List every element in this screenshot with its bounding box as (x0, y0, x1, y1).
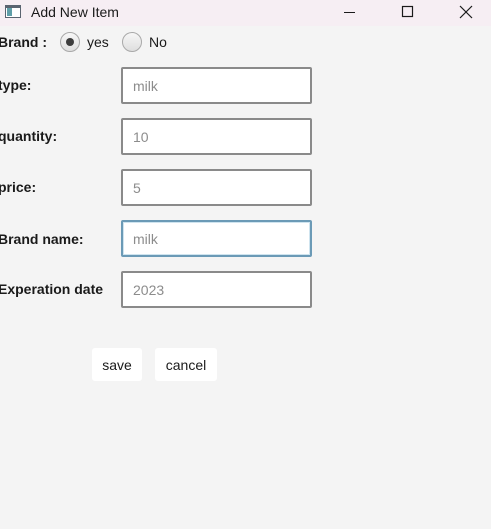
type-input[interactable] (121, 67, 312, 104)
type-label: type: (0, 77, 32, 93)
price-input[interactable] (121, 169, 312, 206)
title-bar[interactable]: Add New Item (0, 0, 491, 26)
window-title: Add New Item (31, 4, 119, 20)
brand-no-label[interactable]: No (149, 34, 167, 50)
quantity-input[interactable] (121, 118, 312, 155)
save-button[interactable]: save (92, 348, 142, 381)
brand-yes-radio[interactable] (60, 32, 80, 52)
brand-name-label: Brand name: (0, 231, 84, 247)
maximize-icon (401, 5, 414, 18)
brand-yes-label[interactable]: yes (87, 34, 109, 50)
brand-label: Brand : (0, 34, 47, 50)
price-label: price: (0, 179, 37, 195)
minimize-button[interactable] (329, 0, 369, 26)
maximize-button[interactable] (387, 0, 427, 26)
minimize-icon (344, 12, 355, 13)
expiration-date-label: Experation date (0, 281, 104, 297)
radio-selected-dot (66, 38, 74, 46)
expiration-date-input[interactable] (121, 271, 312, 308)
app-window-icon (5, 5, 21, 18)
close-button[interactable] (445, 0, 485, 26)
quantity-label: quantity: (0, 128, 58, 144)
brand-name-input[interactable] (121, 220, 312, 257)
close-icon (459, 5, 473, 19)
add-item-window: Add New Item Brand : yes No type: quanti… (0, 0, 491, 529)
brand-no-radio[interactable] (122, 32, 142, 52)
cancel-button[interactable]: cancel (155, 348, 217, 381)
